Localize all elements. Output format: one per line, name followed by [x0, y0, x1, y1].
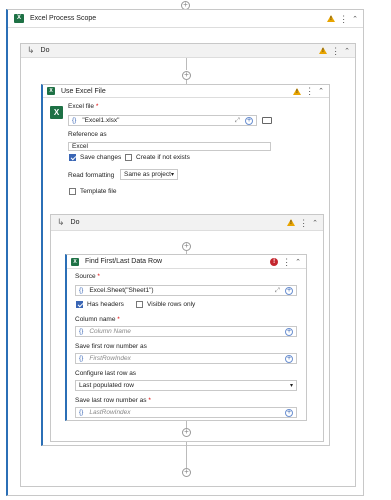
collapse-chevron-icon[interactable]: ⌃	[352, 15, 358, 23]
column-name-input[interactable]: {} Column Name +	[75, 326, 297, 337]
expression-icon: {}	[79, 355, 84, 362]
configure-last-value: Last populated row	[79, 382, 134, 389]
template-file-checkbox[interactable]	[69, 188, 76, 195]
more-options-icon[interactable]: ⋮	[331, 46, 340, 55]
collapse-chevron-icon[interactable]: ⌃	[318, 87, 324, 95]
more-options-icon[interactable]: ⋮	[305, 87, 314, 96]
plus-icon[interactable]: +	[285, 327, 293, 336]
plus-icon[interactable]: +	[285, 408, 293, 417]
add-activity-button[interactable]: +	[182, 428, 191, 437]
excel-file-value: "Excel1.xlsx"	[82, 117, 120, 124]
required-marker: *	[148, 397, 151, 404]
column-name-label-text: Column name	[75, 316, 116, 323]
save-last-placeholder: LastRowIndex	[89, 409, 131, 416]
add-activity-button[interactable]: +	[182, 242, 191, 251]
scope-title: Excel Process Scope	[30, 15, 97, 22]
chevron-down-icon: ▾	[289, 383, 293, 389]
more-options-icon[interactable]: ⋮	[282, 257, 291, 266]
connector-line	[186, 58, 187, 70]
source-label-text: Source	[75, 273, 96, 280]
use-excel-title: Use Excel File	[61, 87, 106, 95]
use-excel-header[interactable]: X Use Excel File ⋮ ⌃	[43, 85, 329, 98]
visible-rows-only-label: Visible rows only	[147, 301, 196, 308]
collapse-chevron-icon[interactable]: ⌃	[312, 219, 318, 227]
expression-icon: {}	[79, 287, 84, 294]
create-if-not-exists-label: Create if not exists	[136, 154, 190, 161]
reference-value: Excel	[72, 143, 88, 150]
expand-icon[interactable]: ⤢	[235, 117, 240, 125]
save-first-label: Save first row number as	[75, 343, 147, 350]
visible-rows-only-checkbox[interactable]	[136, 301, 143, 308]
excel-icon: X	[14, 14, 24, 23]
required-marker: *	[117, 316, 120, 323]
excel-file-input[interactable]: {} "Excel1.xlsx" ⤢ +	[68, 115, 257, 126]
excel-icon: X	[47, 87, 55, 95]
do-outer-header[interactable]: ↳ Do ⋮ ⌃	[21, 44, 355, 58]
plus-icon[interactable]: +	[245, 116, 253, 125]
do-inner-title: Do	[70, 219, 80, 226]
connector-line	[186, 442, 187, 468]
save-changes-checkbox[interactable]	[69, 154, 76, 161]
excel-icon: X	[71, 257, 79, 266]
save-last-input[interactable]: {} LastRowIndex +	[75, 407, 297, 418]
source-input[interactable]: {} Excel.Sheet("Sheet1") ⤢ +	[75, 285, 297, 296]
required-marker: *	[97, 273, 100, 280]
chevron-down-icon: ▾	[170, 172, 174, 178]
read-formatting-label: Read formatting	[68, 172, 115, 179]
column-name-placeholder: Column Name	[89, 328, 131, 335]
more-options-icon[interactable]: ⋮	[339, 14, 348, 23]
read-formatting-select[interactable]: Same as project ▾	[120, 169, 178, 180]
collapse-chevron-icon[interactable]: ⌃	[295, 258, 301, 266]
template-file-label: Template file	[80, 188, 117, 195]
save-last-label-text: Save last row number as	[75, 397, 147, 404]
warning-icon[interactable]	[287, 219, 296, 226]
plus-icon[interactable]: +	[285, 354, 293, 363]
configure-last-select[interactable]: Last populated row ▾	[75, 380, 297, 391]
expression-icon: {}	[79, 409, 84, 416]
source-value: Excel.Sheet("Sheet1")	[89, 287, 154, 294]
has-headers-checkbox[interactable]	[76, 301, 83, 308]
reference-input[interactable]: Excel	[68, 142, 271, 151]
configure-last-label: Configure last row as	[75, 370, 137, 377]
scope-header[interactable]: X Excel Process Scope ⋮ ⌃	[8, 10, 363, 28]
warning-icon[interactable]	[293, 87, 302, 95]
read-formatting-value: Same as project	[124, 171, 171, 178]
save-changes-label: Save changes	[80, 154, 122, 161]
more-options-icon[interactable]: ⋮	[299, 218, 308, 227]
expression-icon: {}	[79, 328, 84, 335]
excel-file-label: Excel file *	[68, 103, 98, 110]
excel-file-label-text: Excel file	[68, 103, 95, 110]
excel-file-icon: X	[50, 106, 63, 119]
plus-icon[interactable]: +	[285, 286, 293, 295]
has-headers-label: Has headers	[87, 301, 124, 308]
find-row-card: X Find First/Last Data Row ! ⋮ ⌃	[65, 254, 307, 421]
create-if-not-exists-checkbox[interactable]	[125, 154, 132, 161]
do-outer-title: Do	[40, 47, 50, 54]
reference-label: Reference as	[68, 131, 107, 138]
expression-icon: {}	[72, 117, 77, 124]
do-inner-header[interactable]: ↳ Do ⋮ ⌃	[51, 215, 323, 231]
source-label: Source *	[75, 273, 100, 280]
warning-icon[interactable]	[327, 15, 336, 22]
add-activity-button[interactable]: +	[182, 71, 191, 80]
expand-icon[interactable]: ⤢	[275, 287, 280, 295]
find-row-header[interactable]: X Find First/Last Data Row ! ⋮ ⌃	[67, 255, 306, 269]
save-first-input[interactable]: {} FirstRowIndex +	[75, 353, 297, 364]
do-arrow-icon: ↳	[57, 217, 65, 227]
find-row-title: Find First/Last Data Row	[85, 258, 163, 265]
collapse-chevron-icon[interactable]: ⌃	[344, 47, 350, 55]
add-activity-bottom-button[interactable]: +	[182, 468, 191, 477]
error-icon[interactable]: !	[270, 257, 279, 266]
warning-icon[interactable]	[319, 47, 328, 54]
save-last-label: Save last row number as *	[75, 397, 151, 404]
required-marker: *	[95, 103, 99, 110]
do-arrow-icon: ↳	[27, 45, 35, 55]
save-first-placeholder: FirstRowIndex	[89, 355, 131, 362]
column-name-label: Column name *	[75, 316, 120, 323]
browse-folder-icon[interactable]	[262, 117, 272, 124]
